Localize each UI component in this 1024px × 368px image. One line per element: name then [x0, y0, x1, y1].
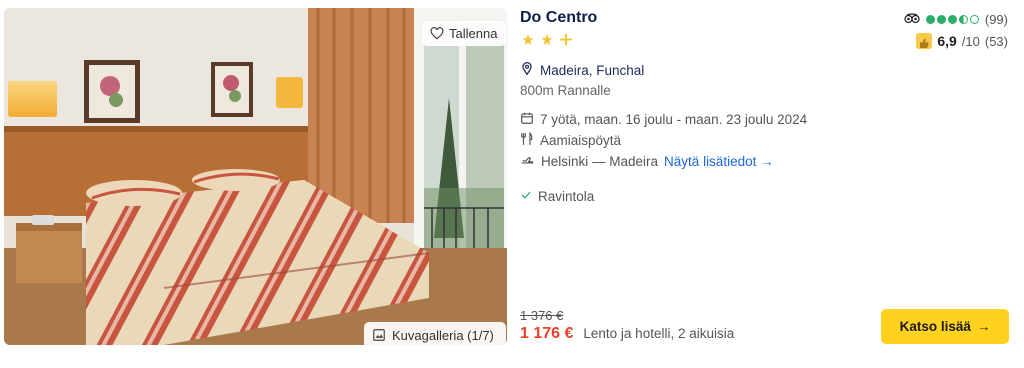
price-note: Lento ja hotelli, 2 aikuisia [583, 326, 735, 341]
star-icon [520, 32, 536, 52]
price-row: 1 176 € Lento ja hotelli, 2 aikuisia [520, 325, 734, 343]
tripadvisor-count: (99) [984, 12, 1008, 27]
see-more-label: Katso lisää [899, 319, 971, 334]
save-button[interactable]: Tallenna [422, 21, 506, 46]
location-text: Madeira, Funchal [540, 62, 645, 78]
rating-badge-icon [916, 33, 933, 49]
rating-count: (53) [984, 33, 1008, 49]
hotel-room-image [4, 8, 507, 345]
gallery-icon [372, 328, 386, 342]
board-text: Aamiaispöytä [540, 133, 622, 148]
save-label: Tallenna [449, 26, 498, 41]
checkmark-icon [520, 189, 532, 204]
star-icon [539, 32, 555, 52]
more-info-link[interactable]: Näytä lisätiedot → [664, 154, 774, 169]
rating-scale: /10 [961, 33, 980, 49]
current-price: 1 176 € [520, 325, 574, 342]
heart-icon [430, 27, 444, 40]
arrow-right-icon: → [760, 154, 774, 169]
beach-distance: 800m Rannalle [520, 83, 611, 98]
hotel-photo[interactable]: Tallenna Kuvagalleria (1/7) [4, 8, 507, 345]
plus-star-icon [558, 32, 574, 52]
dates-text: 7 yötä, maan. 16 joulu - maan. 23 joulu … [540, 112, 808, 127]
calendar-icon [520, 111, 534, 128]
board-type: Aamiaispöytä [520, 131, 622, 149]
trip-dates: 7 yötä, maan. 16 joulu - maan. 23 joulu … [520, 111, 807, 128]
plane-icon [520, 153, 535, 170]
tripadvisor-dots [925, 15, 979, 24]
tripadvisor-icon [904, 12, 920, 27]
facility-text: Ravintola [538, 189, 595, 204]
hotel-name[interactable]: Do Centro [520, 9, 597, 27]
cutlery-icon [520, 131, 534, 149]
guest-rating: 6,9 /10 (53) [916, 33, 1008, 49]
old-price: 1 376 € [520, 308, 564, 323]
location-pin-icon [520, 61, 534, 79]
star-rating [520, 32, 574, 52]
gallery-label: Kuvagalleria (1/7) [392, 327, 494, 343]
more-info-label: Näytä lisätiedot [664, 154, 757, 169]
flight-text: Helsinki — Madeira [541, 154, 659, 169]
see-more-button[interactable]: Katso lisää → [881, 309, 1009, 344]
tripadvisor-rating: (99) [904, 12, 1008, 27]
gallery-button[interactable]: Kuvagalleria (1/7) [364, 322, 506, 345]
facility-item: Ravintola [520, 189, 594, 204]
flight-info: Helsinki — Madeira Näytä lisätiedot → [520, 153, 774, 170]
arrow-right-icon: → [976, 319, 991, 334]
rating-score: 6,9 [937, 33, 957, 49]
location: Madeira, Funchal [520, 61, 644, 79]
